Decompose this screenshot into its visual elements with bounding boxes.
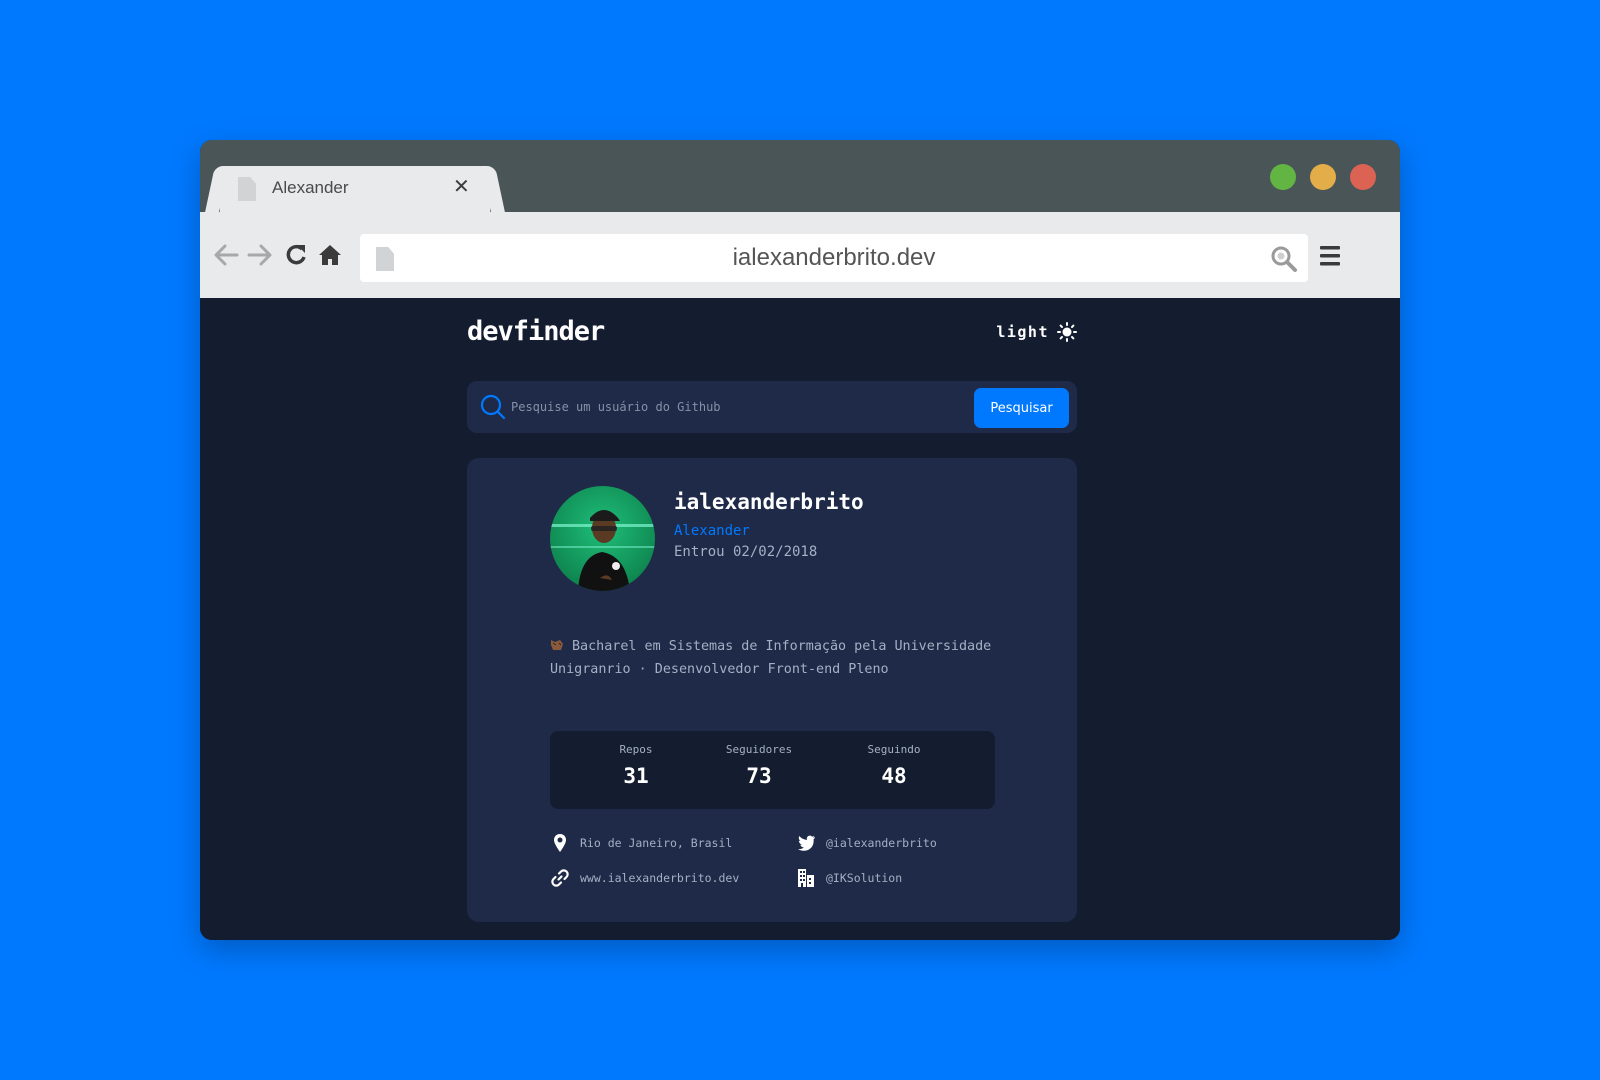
profile-joined-date: Entrou 02/02/2018 [674,544,818,560]
profile-twitter[interactable]: @ialexanderbrito [796,833,937,853]
link-icon [551,869,569,887]
document-icon [238,177,256,201]
building-icon [798,869,814,887]
theme-toggle[interactable]: light [996,322,1077,342]
cat-emoji-icon [551,640,563,650]
twitter-text[interactable]: @ialexanderbrito [826,836,937,850]
app-logo: devfinder [467,316,605,347]
home-icon[interactable] [316,240,344,270]
profile-name[interactable]: Alexander [674,523,750,539]
location-text: Rio de Janeiro, Brasil [580,836,733,850]
profile-bio: Bacharel em Sistemas de Informação pela … [550,636,1000,681]
arrow-left-icon[interactable] [212,240,240,270]
app-container: devfinder light Pesquise um usuário do G… [467,298,1077,940]
stat-value: 48 [881,764,907,788]
search-button[interactable]: Pesquisar [974,388,1069,428]
stat-label: Seguindo [867,743,921,756]
stat-label: Seguidores [725,743,793,756]
profile-bio-text: Bacharel em Sistemas de Informação pela … [550,639,992,677]
profile-company: @IKSolution [796,868,902,888]
page-content: devfinder light Pesquise um usuário do G… [200,298,1400,940]
profile-location: Rio de Janeiro, Brasil [550,833,732,853]
twitter-icon [798,835,815,851]
close-window-button[interactable] [1350,164,1376,190]
browser-toolbar: ialexanderbrito.dev [200,212,1400,298]
stat-repos: Repos 31 [586,743,686,788]
stat-followers: Seguidores 73 [709,743,809,788]
address-bar[interactable]: ialexanderbrito.dev [360,234,1308,282]
profile-links: Rio de Janeiro, Brasil @ialexanderbrito … [550,833,1010,903]
close-icon[interactable]: ✕ [453,174,470,198]
browser-window: Alexander ✕ ialexanderbrito.dev devfinde… [200,140,1400,940]
magnifier-icon[interactable] [1270,245,1298,273]
stat-value: 73 [746,764,772,788]
company-text: @IKSolution [826,871,903,885]
hamburger-menu-icon[interactable] [1310,240,1350,272]
search-input[interactable] [511,391,951,423]
location-pin-icon [554,834,566,852]
theme-label: light [996,323,1049,341]
search-icon [480,394,506,420]
profile-username: ialexanderbrito [674,490,864,514]
stat-label: Repos [619,743,653,756]
avatar [550,486,655,591]
stat-value: 31 [623,764,649,788]
profile-stats: Repos 31 Seguidores 73 Seguindo 48 [550,731,995,809]
maximize-button[interactable] [1270,164,1296,190]
reload-icon[interactable] [282,240,310,270]
browser-titlebar: Alexander ✕ [200,140,1400,212]
minimize-button[interactable] [1310,164,1336,190]
profile-card: ialexanderbrito Alexander Entrou 02/02/2… [467,458,1077,922]
tab-title: Alexander [272,178,349,197]
browser-tab[interactable]: Alexander ✕ [220,166,490,212]
website-text[interactable]: www.ialexanderbrito.dev [580,871,739,885]
sun-icon [1057,322,1077,342]
search-bar: Pesquisar [467,381,1077,433]
arrow-right-icon[interactable] [246,240,274,270]
profile-website[interactable]: www.ialexanderbrito.dev [550,868,739,888]
url-text[interactable]: ialexanderbrito.dev [360,244,1308,272]
stat-following: Seguindo 48 [844,743,944,788]
